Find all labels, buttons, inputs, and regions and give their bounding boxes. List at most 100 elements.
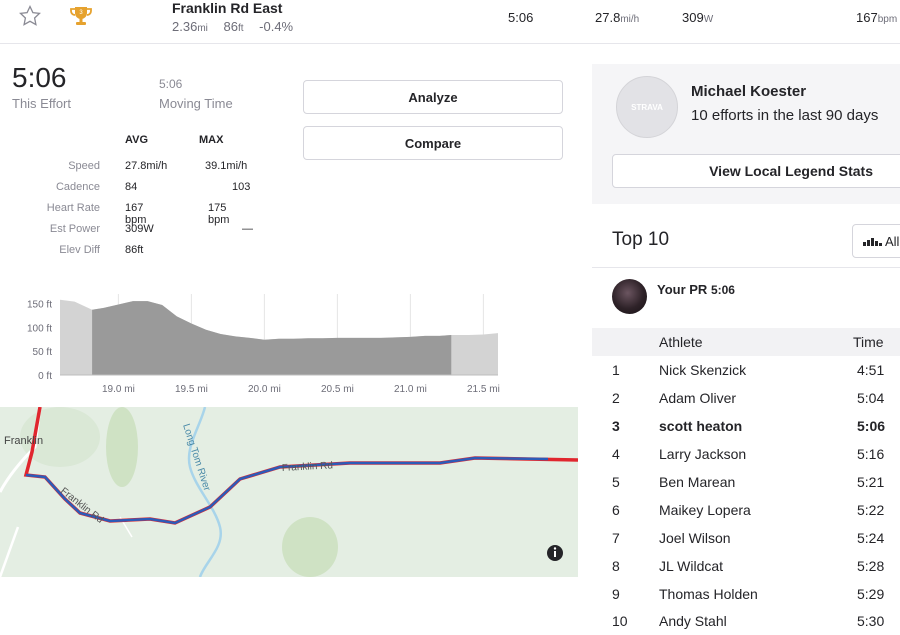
segment-power: 309W — [682, 10, 713, 25]
segment-grade: -0.4% — [259, 19, 294, 34]
top10-title: Top 10 — [612, 229, 670, 250]
divider — [592, 267, 900, 268]
x-tick-label: 19.5 mi — [175, 384, 208, 395]
star-icon[interactable] — [18, 4, 42, 28]
segment-distance-unit: mi — [197, 23, 208, 34]
leaderboard-row[interactable]: 7 Joel Wilson 5:24 — [592, 524, 900, 552]
segment-hr-unit: bpm — [877, 14, 898, 25]
athlete-name[interactable]: Nick Skenzick — [659, 362, 746, 378]
moving-time-label: Moving Time — [159, 96, 233, 111]
rank: 4 — [612, 446, 620, 462]
route-map[interactable]: Franklin Franklin Rd Long Tom River Fran… — [0, 407, 578, 577]
legend-badge-text: STRAVA — [631, 102, 663, 112]
y-tick-label: 50 ft — [33, 347, 53, 358]
compare-button[interactable]: Compare — [303, 126, 563, 160]
personal-record: Your PR 5:06 — [657, 282, 735, 297]
athlete-time: 4:51 — [857, 362, 885, 378]
segment-elev: 86 — [223, 19, 238, 34]
map-canvas[interactable]: Franklin Franklin Rd Long Tom River Fran… — [0, 407, 578, 577]
stats-label: Heart Rate — [46, 202, 100, 214]
leaderboard-row[interactable]: 4 Larry Jackson 5:16 — [592, 440, 900, 468]
rank: 1 — [612, 362, 620, 378]
elevation-chart[interactable]: 0 ft 50 ft 100 ft 150 ft 19.0 mi 19.5 mi 20.0 … — [10, 290, 520, 400]
pr-label: Your PR — [657, 282, 708, 297]
segment-elev-unit: ft — [237, 23, 244, 34]
leaderboard-row[interactable]: 6 Maikey Lopera 5:22 — [592, 496, 900, 524]
y-tick-label: 100 ft — [27, 323, 52, 334]
x-tick-label: 20.5 mi — [321, 384, 354, 395]
leaderboard-row[interactable]: 1 Nick Skenzick 4:51 — [592, 356, 900, 384]
athlete-name[interactable]: Joel Wilson — [659, 530, 731, 546]
col-time: Time — [853, 334, 884, 350]
athlete-name[interactable]: Andy Stahl — [659, 613, 727, 629]
segment-hr: 167bpm — [856, 10, 897, 25]
map-label: Franklin — [4, 435, 43, 447]
info-icon[interactable] — [547, 545, 563, 561]
leaderboard-row[interactable]: 9 Thomas Holden 5:29 — [592, 580, 900, 608]
leaderboard-row-current-user[interactable]: 3 scott heaton 5:06 — [592, 412, 900, 440]
leaderboard-row[interactable]: 8 JL Wildcat 5:28 — [592, 552, 900, 580]
segment-time: 5:06 — [508, 10, 534, 25]
leaderboard-row[interactable]: 10 Andy Stahl 5:30 — [592, 607, 900, 635]
effort-label: This Effort — [12, 96, 72, 111]
athlete-name[interactable]: Adam Oliver — [659, 390, 736, 406]
park-area — [282, 517, 338, 577]
rank: 6 — [612, 502, 620, 518]
view-local-legend-button[interactable]: View Local Legend Stats — [612, 154, 900, 188]
stats-avg: 86ft — [125, 244, 144, 256]
stats-max: 103 — [232, 181, 251, 193]
stats-max: 39.1mi/h — [205, 160, 248, 172]
stats-max: 175 bpm — [208, 202, 230, 226]
segment-hr-value: 167 — [856, 10, 878, 25]
athlete-name[interactable]: scott heaton — [659, 418, 742, 434]
segment-distance: 2.36 — [172, 19, 198, 34]
col-athlete: Athlete — [659, 334, 703, 350]
rank: 8 — [612, 558, 620, 574]
segment-meta: 2.36mi 86ft -0.4% — [172, 19, 305, 34]
athlete-time: 5:28 — [857, 558, 885, 574]
stats-label: Speed — [68, 160, 100, 172]
athlete-name[interactable]: Ben Marean — [659, 474, 735, 490]
athlete-name[interactable]: Maikey Lopera — [659, 502, 751, 518]
rank: 10 — [612, 613, 628, 629]
x-tick-label: 21.0 mi — [394, 384, 427, 395]
stats-avg-header: AVG — [125, 134, 149, 146]
park-area — [106, 407, 138, 487]
map-label: Franklin Rd — [282, 460, 334, 474]
leaderboard-header: Athlete Time — [592, 328, 900, 356]
athlete-name[interactable]: Thomas Holden — [659, 586, 758, 602]
stats-avg: 84 — [125, 181, 138, 193]
rank: 7 — [612, 530, 620, 546]
legend-name[interactable]: Michael Koester — [691, 83, 806, 100]
leaderboard-row[interactable]: 2 Adam Oliver 5:04 — [592, 384, 900, 412]
y-tick-label: 150 ft — [27, 300, 52, 311]
athlete-time: 5:22 — [857, 502, 885, 518]
analyze-button[interactable]: Analyze — [303, 80, 563, 114]
rank: 3 — [612, 418, 620, 434]
leaderboard-row[interactable]: 5 Ben Marean 5:21 — [592, 468, 900, 496]
stats-max-header: MAX — [199, 134, 224, 146]
avatar[interactable] — [612, 279, 647, 314]
x-tick-label: 19.0 mi — [102, 384, 135, 395]
segment-speed-value: 27.8 — [595, 10, 621, 25]
filter-label: All — [885, 233, 900, 249]
stats-label: Est Power — [49, 223, 100, 235]
y-tick-label: 0 ft — [38, 371, 52, 382]
elevation-area-segment — [92, 301, 452, 375]
legend-badge: STRAVA — [616, 76, 678, 138]
segment-power-unit: W — [703, 14, 714, 25]
athlete-name[interactable]: Larry Jackson — [659, 446, 746, 462]
athlete-time: 5:24 — [857, 530, 885, 546]
athlete-time: 5:06 — [857, 418, 886, 434]
road — [0, 526, 20, 577]
x-tick-label: 21.5 mi — [467, 384, 500, 395]
filter-dropdown[interactable]: All — [852, 224, 900, 258]
athlete-name[interactable]: JL Wildcat — [659, 558, 723, 574]
pr-time: 5:06 — [710, 283, 735, 297]
rank: 9 — [612, 586, 620, 602]
trophy-icon: 3 — [70, 7, 92, 25]
stats-avg: 27.8mi/h — [125, 160, 168, 172]
segment-name[interactable]: Franklin Rd East — [172, 0, 282, 16]
legend-subtitle: 10 efforts in the last 90 days — [691, 107, 879, 124]
segment-row[interactable]: 3 Franklin Rd East 2.36mi 86ft -0.4% 5:0… — [0, 0, 900, 44]
